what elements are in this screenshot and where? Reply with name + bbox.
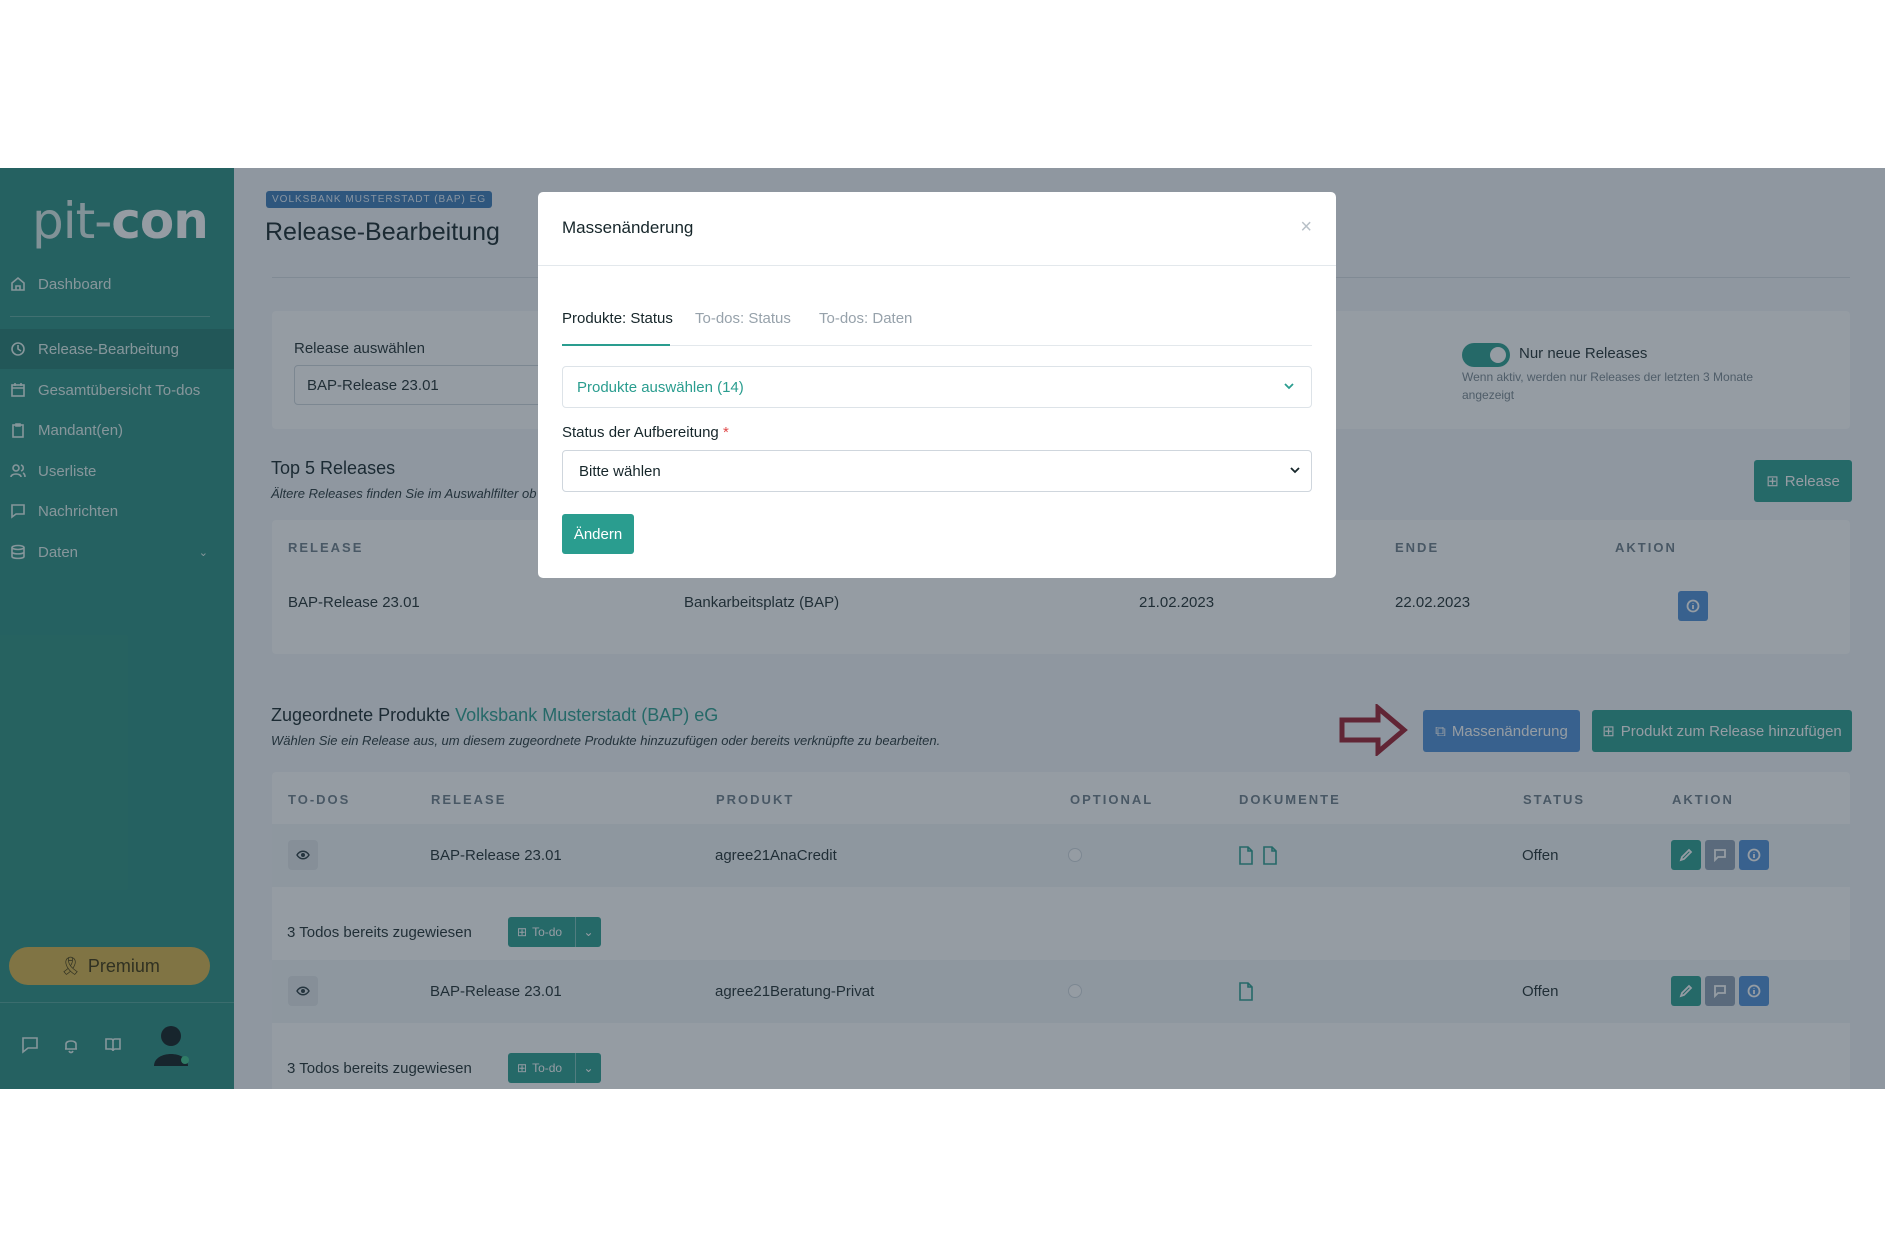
tab-todos-status[interactable]: To-dos: Status (695, 310, 791, 327)
active-tab-indicator (562, 344, 670, 346)
close-icon[interactable]: × (1300, 216, 1312, 239)
status-field-label: Status der Aufbereitung * (562, 424, 729, 441)
modal-title: Massenänderung (562, 218, 694, 237)
status-select[interactable]: Bitte wählen (562, 450, 1312, 492)
product-multiselect-label: Produkte auswählen (14) (577, 378, 744, 396)
app-window: pit-con Dashboard Release-Bearbeitung Ge… (0, 168, 1885, 1089)
modal-header-divider (538, 265, 1336, 266)
tab-todos-daten[interactable]: To-dos: Daten (819, 310, 912, 327)
chevron-down-icon (1284, 383, 1294, 390)
tab-produkte-status[interactable]: Produkte: Status (562, 310, 673, 327)
product-multiselect[interactable]: Produkte auswählen (14) (562, 366, 1312, 408)
tabs-divider (562, 345, 1312, 346)
status-select-value: Bitte wählen (579, 462, 661, 480)
required-marker: * (722, 424, 729, 441)
chevron-down-icon (1290, 467, 1300, 474)
status-label-text: Status der Aufbereitung (562, 424, 719, 441)
apply-button[interactable]: Ändern (562, 514, 634, 554)
mass-change-modal: Massenänderung × Produkte: Status To-dos… (538, 192, 1336, 578)
